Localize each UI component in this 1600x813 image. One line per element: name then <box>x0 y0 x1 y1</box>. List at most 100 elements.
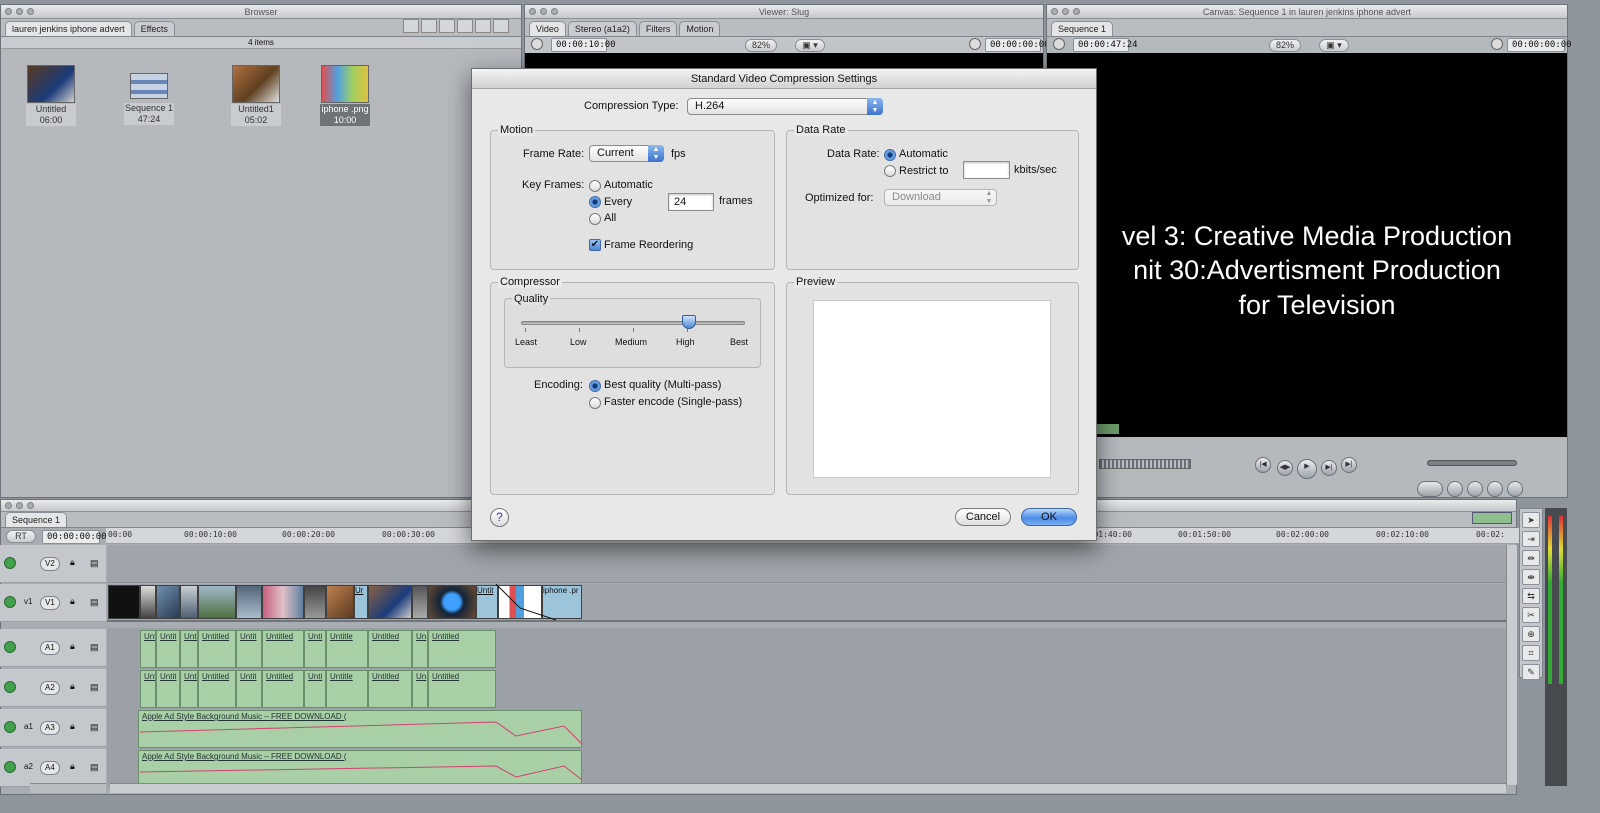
frame-rate-label: Frame Rate: <box>523 148 585 160</box>
encoding-best-label: Best quality (Multi-pass) <box>604 379 722 391</box>
viewer-view-popup[interactable]: ▣ ▾ <box>795 39 825 52</box>
frame-reordering-label: Frame Reordering <box>604 239 694 251</box>
dialog-title: Standard Video Compression Settings <box>472 69 1096 89</box>
cancel-button[interactable]: Cancel <box>955 508 1011 526</box>
canvas-window: Canvas: Sequence 1 in lauren jenkins iph… <box>1046 4 1572 499</box>
window-buttons[interactable] <box>1051 8 1080 15</box>
data-rate-label: Data Rate: <box>827 148 880 160</box>
canvas-scrubber[interactable] <box>1099 459 1191 469</box>
fps-label: fps <box>671 148 686 160</box>
encoding-best-radio[interactable] <box>589 380 601 392</box>
ripple-tool-icon[interactable]: ⇹ <box>1522 550 1540 566</box>
viewer-current-timecode[interactable]: 00:00:00:00 <box>985 38 1050 52</box>
quality-slider-track[interactable] <box>521 321 745 325</box>
frame-rate-value: Current <box>597 147 634 159</box>
help-button[interactable]: ? <box>490 508 509 527</box>
key-frames-label: Key Frames: <box>522 179 585 191</box>
canvas-titlebar[interactable]: Canvas: Sequence 1 in lauren jenkins iph… <box>1047 5 1567 19</box>
canvas-edit-buttons <box>1417 481 1567 499</box>
data-rate-restrict-radio[interactable] <box>884 165 896 177</box>
ruler-tick: 00:01:50:00 <box>1178 530 1231 539</box>
canvas-duration-timecode[interactable]: 00:00:47:24 <box>1073 38 1138 52</box>
shuttle-slider[interactable] <box>1427 460 1517 466</box>
ok-button[interactable]: OK <box>1021 508 1077 526</box>
help-icon: ? <box>496 510 503 524</box>
optimized-for-value: Download <box>892 191 941 203</box>
compression-type-popup[interactable]: H.264 ▲ ▼ <box>687 98 883 115</box>
mark-clip-icon[interactable] <box>1467 481 1483 497</box>
compression-settings-dialog: Standard Video Compression Settings Comp… <box>471 68 1097 541</box>
popup-arrows-icon: ▲ ▼ <box>867 98 883 115</box>
tab-filters[interactable]: Filters <box>638 21 678 36</box>
keyframes-every-radio[interactable] <box>589 196 601 208</box>
play-icon[interactable]: ▶ <box>1297 459 1317 479</box>
keyframes-automatic-label: Automatic <box>604 179 653 191</box>
jog-icon[interactable] <box>1053 38 1065 50</box>
keyframes-automatic-radio[interactable] <box>589 180 601 192</box>
data-rate-automatic-radio[interactable] <box>884 149 896 161</box>
viewer-tabs: Video Stereo (a1a2) Filters Motion <box>525 19 1043 37</box>
encoding-label: Encoding: <box>534 379 583 391</box>
viewer-titlebar[interactable]: Viewer: Slug <box>525 5 1043 19</box>
quality-tick-medium: Medium <box>615 337 648 347</box>
ruler-tick: 00:02:10:00 <box>1376 530 1429 539</box>
compressor-group-label: Compressor <box>498 276 562 288</box>
data-rate-automatic-label: Automatic <box>899 148 948 160</box>
optimized-for-label: Optimized for: <box>805 192 874 204</box>
crop-tool-icon[interactable]: ⌗ <box>1522 645 1540 661</box>
compression-type-value: H.264 <box>695 100 725 112</box>
jog-icon[interactable] <box>969 38 981 50</box>
data-rate-restrict-label: Restrict to <box>899 165 949 177</box>
track-select-tool-icon[interactable]: ⇥ <box>1522 531 1540 547</box>
data-rate-restrict-field[interactable] <box>963 161 1010 179</box>
canvas-current-timecode[interactable]: 00:00:00:00 <box>1507 38 1572 52</box>
frame-reordering-checkbox[interactable]: ✔ <box>589 239 601 251</box>
optimized-for-popup[interactable]: Download ▲ ▼ <box>884 189 997 206</box>
video-title-line-1: vel 3: Creative Media Production <box>1121 221 1513 251</box>
keyframes-every-field[interactable]: 24 <box>668 193 714 211</box>
zoom-tool-icon[interactable]: ⊕ <box>1522 626 1540 642</box>
tab-motion[interactable]: Motion <box>679 21 721 36</box>
next-edit-icon[interactable]: ▶| <box>1341 457 1357 473</box>
popup-arrows-icon: ▲ ▼ <box>648 145 664 162</box>
keyframes-all-radio[interactable] <box>589 213 601 225</box>
video-title-line-2: nit 30:Advertisment Production <box>1133 255 1501 285</box>
quality-tick-best: Best <box>730 337 749 347</box>
mark-in-icon[interactable] <box>1447 481 1463 497</box>
encoding-fast-radio[interactable] <box>589 397 601 409</box>
pen-tool-icon[interactable]: ✎ <box>1522 664 1540 680</box>
selection-tool-icon[interactable]: ➤ <box>1522 512 1540 528</box>
tab-sequence-1[interactable]: Sequence 1 <box>1051 21 1114 36</box>
play-in-out-icon[interactable]: ◀▶ <box>1277 460 1293 476</box>
data-rate-group-label: Data Rate <box>794 124 848 136</box>
keyframes-all-label: All <box>604 212 617 224</box>
keyframes-every-label: Every <box>604 196 633 208</box>
timeline-horizontal-scrollbar[interactable] <box>110 783 1506 793</box>
insert-edit-icon[interactable] <box>1417 481 1443 497</box>
jog-icon[interactable] <box>1491 38 1503 50</box>
timeline-zoom-control[interactable] <box>1472 512 1512 524</box>
video-title-line-3: for Television <box>1238 290 1396 320</box>
timeline-vertical-scrollbar[interactable] <box>1506 545 1517 785</box>
motion-group-label: Motion <box>498 124 536 136</box>
audio-meter <box>1545 508 1567 786</box>
track-height-control[interactable] <box>30 783 106 793</box>
canvas-tabs: Sequence 1 <box>1047 19 1567 37</box>
mark-out-icon[interactable] <box>1507 481 1523 497</box>
add-marker-icon[interactable] <box>1487 481 1503 497</box>
viewer-zoom-popup[interactable]: 82% <box>745 39 777 52</box>
video-overlay-bar <box>1097 424 1119 434</box>
ruler-tick: 00:02: <box>1476 530 1505 539</box>
play-around-icon[interactable]: ▶| <box>1321 460 1337 476</box>
canvas-zoom-popup[interactable]: 82% <box>1269 39 1301 52</box>
quality-slider-thumb[interactable] <box>682 315 696 329</box>
encoding-fast-label: Faster encode (Single-pass) <box>604 396 743 408</box>
canvas-title: Canvas: Sequence 1 in lauren jenkins iph… <box>1202 7 1412 17</box>
razor-tool-icon[interactable]: ✂ <box>1522 607 1540 623</box>
slip-tool-icon[interactable]: ⇆ <box>1522 588 1540 604</box>
roll-tool-icon[interactable]: ⇼ <box>1522 569 1540 585</box>
frame-rate-popup[interactable]: Current ▲ ▼ <box>589 145 664 162</box>
canvas-view-popup[interactable]: ▣ ▾ <box>1319 39 1349 52</box>
quality-tick-high: High <box>676 337 695 347</box>
prev-edit-icon[interactable]: |◀ <box>1255 457 1271 473</box>
